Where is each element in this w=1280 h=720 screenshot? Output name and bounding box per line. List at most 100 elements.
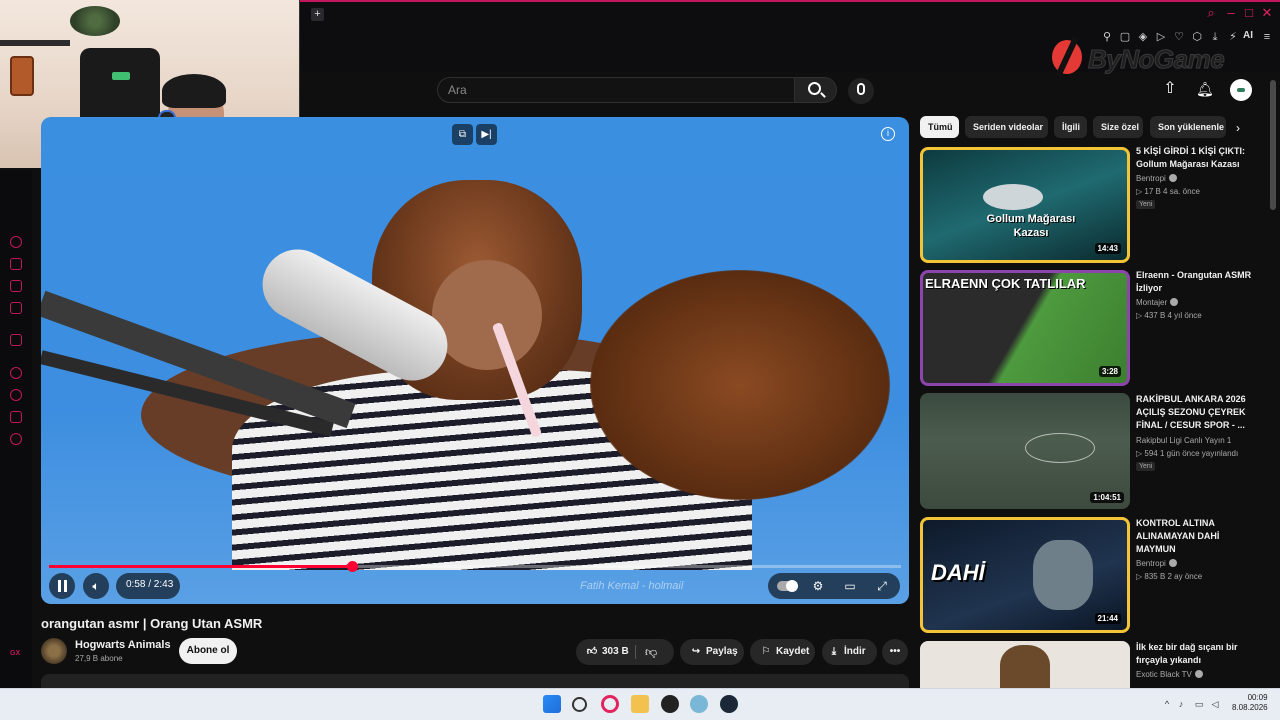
bell-icon[interactable]: 🔔︎ [1196, 81, 1214, 97]
chevron-right-icon[interactable]: › [1236, 122, 1240, 134]
page-scrollbar[interactable] [1270, 80, 1276, 210]
download-icon[interactable]: ⤓ [1208, 30, 1222, 44]
video-player[interactable] [41, 117, 909, 604]
info-icon[interactable]: i [881, 127, 895, 141]
recommendation-title[interactable]: KONTROL ALTINA ALINAMAYAN DAHİ MAYMUN [1136, 517, 1261, 556]
ai-label[interactable]: AI [1243, 30, 1253, 41]
recommendation-channel[interactable]: Bentropi [1136, 559, 1177, 568]
minimize-icon[interactable]: – [1224, 6, 1238, 20]
microphone-icon [857, 83, 865, 95]
verified-icon [1168, 174, 1177, 182]
recommendation-title[interactable]: 5 KİŞİ GİRDİ 1 KİŞİ ÇIKTI: Gollum Mağara… [1136, 145, 1261, 171]
video-frame-face [432, 260, 542, 370]
recommendation-thumbnail[interactable]: ELRAENN ÇOK TATLILAR 3:28 [920, 270, 1130, 386]
fullscreen-icon[interactable]: ⤢ [873, 579, 891, 593]
thumb-text: DAHİ [931, 560, 985, 585]
recommendation-thumbnail[interactable] [920, 641, 1130, 688]
autoplay-toggle[interactable] [777, 580, 798, 592]
chip-related[interactable]: İlgili [1054, 116, 1087, 138]
gx-control-icon[interactable] [10, 236, 22, 248]
channel-subscribers: 27,9 B abone [75, 654, 123, 663]
duration-badge: 1:04:51 [1090, 492, 1124, 503]
time-display: 0:58 / 2:43 [126, 579, 174, 590]
taskbar-search-icon[interactable] [572, 697, 587, 712]
taskbar-clock[interactable]: 00:09 8.08.2026 [1232, 693, 1268, 713]
new-badge: Yeni [1136, 462, 1156, 471]
settings-icon[interactable] [10, 433, 22, 445]
channel-name[interactable]: Hogwarts Animals [75, 639, 171, 651]
recommendation-thumbnail[interactable]: DAHİ 21:44 [920, 517, 1130, 633]
twitch-icon[interactable] [10, 334, 22, 346]
theater-mode-icon[interactable]: ▭ [841, 579, 859, 593]
recommendation-thumbnail[interactable]: 1:04:51 [920, 393, 1130, 509]
skip-next-button[interactable]: ▶| [476, 124, 497, 145]
recommendation-channel[interactable]: Exotic Black TV [1136, 670, 1203, 679]
discord-icon[interactable] [10, 280, 22, 292]
start-icon[interactable] [543, 695, 561, 713]
history-icon[interactable] [10, 389, 22, 401]
recommendation-channel[interactable]: Rakipbul Ligi Canlı Yayın 1 [1136, 436, 1231, 445]
recommendation-title[interactable]: İlk kez bir dağ sıçanı bir fırçayla yıka… [1136, 641, 1261, 667]
maximize-icon[interactable]: □ [1242, 6, 1256, 20]
extensions-icon[interactable]: ⬡ [1190, 30, 1204, 44]
obs-icon[interactable] [661, 695, 679, 713]
share-icon: ↪ [691, 646, 701, 657]
snapshot-icon[interactable]: ▢ [1118, 30, 1132, 44]
file-explorer-icon[interactable] [631, 695, 649, 713]
chip-all[interactable]: Tümü [920, 116, 959, 138]
menu-icon[interactable]: ≡ [1260, 30, 1274, 44]
microphone-tray-icon[interactable]: ♪ [1176, 699, 1186, 709]
extensions-sidebar-icon[interactable] [10, 411, 22, 423]
shield-icon[interactable]: ◈ [1136, 30, 1150, 44]
recommendation-meta: ▷ 17 B 4 sa. önce [1136, 187, 1200, 196]
app-icon[interactable] [690, 695, 708, 713]
thumb-figure [1000, 645, 1050, 688]
recommendation-thumbnail[interactable]: Gollum Mağarası Kazası 14:43 [920, 147, 1130, 263]
heart-icon[interactable]: ♡ [1172, 30, 1186, 44]
player-sidebar-icon[interactable] [10, 367, 22, 379]
recommendation-title[interactable]: Elraenn - Orangutan ASMR İzliyor [1136, 269, 1261, 295]
share-button[interactable]: ↪ Paylaş [680, 639, 744, 665]
aria-icon[interactable]: ⚡ [1226, 30, 1240, 44]
pause-button[interactable] [49, 573, 75, 599]
new-tab-button[interactable]: + [311, 8, 324, 21]
like-divider [635, 645, 636, 659]
search-input[interactable] [437, 77, 795, 103]
miniplayer-button[interactable]: ⧉ [452, 124, 473, 145]
display-icon[interactable]: ▭ [1194, 699, 1204, 709]
like-button[interactable]: 👍︎ 303 B [576, 639, 674, 665]
recommendation-title[interactable]: RAKİPBUL ANKARA 2026 AÇILIŞ SEZONU ÇEYRE… [1136, 393, 1261, 432]
speaker-icon[interactable]: ◁ [1210, 699, 1220, 709]
chip-for-you[interactable]: Size özel [1093, 116, 1143, 138]
duration-badge: 3:28 [1098, 366, 1121, 377]
thumbs-down-icon[interactable]: 👎︎ [645, 645, 657, 659]
player-icon[interactable]: ▷ [1154, 30, 1168, 44]
upload-icon[interactable]: ⇧ [1163, 81, 1177, 97]
close-icon[interactable]: ✕ [1260, 6, 1274, 20]
channel-avatar[interactable] [41, 638, 67, 664]
opera-gx-icon[interactable] [601, 695, 619, 713]
download-button[interactable]: ⤓ İndir [822, 639, 877, 665]
recommendation-channel[interactable]: Montajer [1136, 298, 1179, 307]
video-frame-arm [590, 270, 890, 500]
verified-icon [1168, 559, 1177, 567]
search-icon [808, 82, 821, 95]
save-button[interactable]: ⚐ Kaydet [750, 639, 815, 665]
shop-icon[interactable] [10, 258, 22, 270]
steam-icon[interactable] [720, 695, 738, 713]
chevron-up-icon[interactable]: ^ [1162, 699, 1172, 709]
thumb-figure [1033, 540, 1093, 610]
subscribe-button[interactable]: Abone ol [179, 638, 237, 664]
avatar[interactable] [1230, 79, 1252, 101]
settings-gear-icon[interactable]: ⚙ [809, 579, 827, 593]
bookmark-icon[interactable]: ⚲ [1100, 30, 1114, 44]
search-icon[interactable]: ⌕ [1204, 6, 1218, 20]
volume-icon[interactable]: 🔈︎ [83, 573, 109, 599]
chip-series[interactable]: Seriden videolar [965, 116, 1048, 138]
recommendation-channel[interactable]: Bentropi [1136, 174, 1177, 183]
recommendation-meta: ▷ 835 B 2 ay önce [1136, 572, 1203, 581]
messenger-icon[interactable] [10, 302, 22, 314]
more-actions-button[interactable]: ••• [882, 639, 908, 665]
chip-recent[interactable]: Son yüklenenle [1150, 116, 1226, 138]
webcam-totem [10, 56, 34, 96]
